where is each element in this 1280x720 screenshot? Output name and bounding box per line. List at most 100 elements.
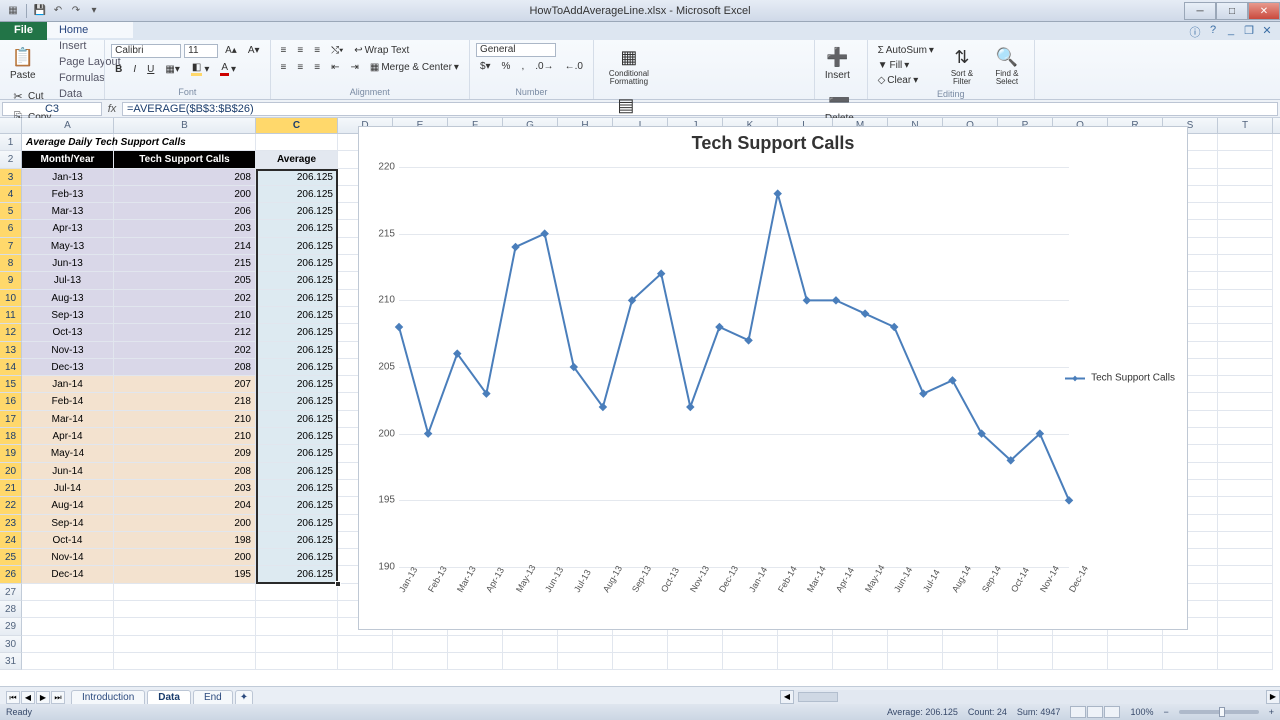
cell[interactable]: 195 [114, 566, 256, 583]
row-header[interactable]: 28 [0, 601, 22, 618]
cell[interactable]: 206.125 [256, 186, 338, 203]
cell[interactable]: Jun-13 [22, 255, 114, 272]
cell[interactable] [888, 653, 943, 670]
cell[interactable]: 200 [114, 186, 256, 203]
underline-button[interactable]: U [143, 62, 158, 77]
decrease-decimal-button[interactable]: ←.0 [561, 59, 587, 74]
qa-customize-icon[interactable]: ▾ [87, 4, 101, 18]
cell[interactable]: 206.125 [256, 463, 338, 480]
row-header[interactable]: 31 [0, 653, 22, 670]
cell[interactable]: Oct-13 [22, 324, 114, 341]
cell[interactable] [613, 653, 668, 670]
cell[interactable]: 208 [114, 359, 256, 376]
increase-font-button[interactable]: A▴ [221, 43, 241, 58]
cell[interactable] [22, 601, 114, 618]
cell[interactable] [558, 653, 613, 670]
cell[interactable] [558, 636, 613, 653]
cell[interactable] [1218, 290, 1273, 307]
cell[interactable]: 206 [114, 203, 256, 220]
find-select-button[interactable]: 🔍Find & Select [986, 43, 1028, 88]
row-header[interactable]: 19 [0, 445, 22, 462]
sheet-tab[interactable]: Data [147, 690, 191, 704]
cell[interactable]: 200 [114, 549, 256, 566]
zoom-level[interactable]: 100% [1130, 707, 1153, 717]
cell[interactable] [1218, 272, 1273, 289]
scroll-thumb[interactable] [798, 692, 838, 702]
align-middle-button[interactable]: ≡ [293, 43, 307, 58]
minimize-button[interactable]: ─ [1184, 2, 1216, 20]
cell[interactable]: 205 [114, 272, 256, 289]
cell[interactable] [22, 653, 114, 670]
border-button[interactable]: ▦▾ [161, 62, 183, 77]
zoom-slider[interactable] [1179, 710, 1259, 714]
cell[interactable] [1218, 411, 1273, 428]
cell[interactable] [1218, 238, 1273, 255]
cell[interactable] [1218, 428, 1273, 445]
cut-button[interactable]: ✂Cut [6, 86, 98, 106]
row-header[interactable]: 22 [0, 497, 22, 514]
cell[interactable]: 206.125 [256, 480, 338, 497]
cell[interactable]: Apr-13 [22, 220, 114, 237]
cell[interactable] [668, 636, 723, 653]
cell[interactable] [393, 653, 448, 670]
cell[interactable]: 206.125 [256, 428, 338, 445]
chart-legend[interactable]: Tech Support Calls [1065, 373, 1175, 384]
horizontal-scrollbar[interactable]: ◀ ▶ [780, 690, 1280, 704]
cell[interactable]: Feb-14 [22, 393, 114, 410]
cell[interactable]: 210 [114, 411, 256, 428]
cell[interactable] [1218, 186, 1273, 203]
help-icon[interactable]: ? [1206, 24, 1220, 38]
italic-button[interactable]: I [129, 62, 140, 77]
cell[interactable]: 206.125 [256, 532, 338, 549]
insert-cells-button[interactable]: ➕Insert [821, 43, 854, 83]
row-header[interactable]: 4 [0, 186, 22, 203]
redo-icon[interactable]: ↷ [69, 4, 83, 18]
cell[interactable] [503, 636, 558, 653]
cell[interactable]: Jul-14 [22, 480, 114, 497]
row-header[interactable]: 29 [0, 618, 22, 635]
fill-color-button[interactable]: ◧▾ [187, 60, 213, 78]
cell[interactable] [1218, 601, 1273, 618]
row-header[interactable]: 3 [0, 169, 22, 186]
align-top-button[interactable]: ≡ [277, 43, 291, 58]
column-header[interactable]: B [114, 118, 256, 133]
cell[interactable] [114, 601, 256, 618]
cell[interactable]: 206.125 [256, 169, 338, 186]
cell[interactable] [723, 636, 778, 653]
cell[interactable]: Tech Support Calls [114, 151, 256, 168]
cell[interactable]: 207 [114, 376, 256, 393]
cell[interactable]: Dec-14 [22, 566, 114, 583]
cell[interactable] [1163, 653, 1218, 670]
row-header[interactable]: 6 [0, 220, 22, 237]
cell[interactable]: Nov-13 [22, 342, 114, 359]
align-left-button[interactable]: ≡ [277, 60, 291, 75]
cell[interactable]: Jan-13 [22, 169, 114, 186]
cell[interactable]: 210 [114, 307, 256, 324]
cell[interactable]: 210 [114, 428, 256, 445]
zoom-out-button[interactable]: − [1163, 707, 1168, 717]
cell[interactable]: Sep-14 [22, 515, 114, 532]
align-bottom-button[interactable]: ≡ [310, 43, 324, 58]
row-header[interactable]: 8 [0, 255, 22, 272]
row-header[interactable]: 7 [0, 238, 22, 255]
decrease-indent-button[interactable]: ⇤ [327, 60, 343, 75]
conditional-formatting-button[interactable]: ▦Conditional Formatting [600, 43, 658, 88]
cell[interactable]: May-13 [22, 238, 114, 255]
tab-home[interactable]: Home [47, 22, 133, 38]
cell[interactable]: 206.125 [256, 497, 338, 514]
cell[interactable] [1218, 203, 1273, 220]
cell[interactable]: Feb-13 [22, 186, 114, 203]
sheet-tab[interactable]: Introduction [71, 690, 145, 704]
chart-line[interactable] [399, 167, 1069, 567]
increase-decimal-button[interactable]: .0→ [531, 59, 557, 74]
cell[interactable]: 206.125 [256, 324, 338, 341]
align-right-button[interactable]: ≡ [310, 60, 324, 75]
cell[interactable] [613, 636, 668, 653]
cell[interactable] [338, 636, 393, 653]
font-color-button[interactable]: A▾ [216, 60, 240, 78]
row-header[interactable]: 20 [0, 463, 22, 480]
cell[interactable] [943, 653, 998, 670]
cell[interactable] [1108, 653, 1163, 670]
cell[interactable] [1218, 445, 1273, 462]
row-header[interactable]: 10 [0, 290, 22, 307]
